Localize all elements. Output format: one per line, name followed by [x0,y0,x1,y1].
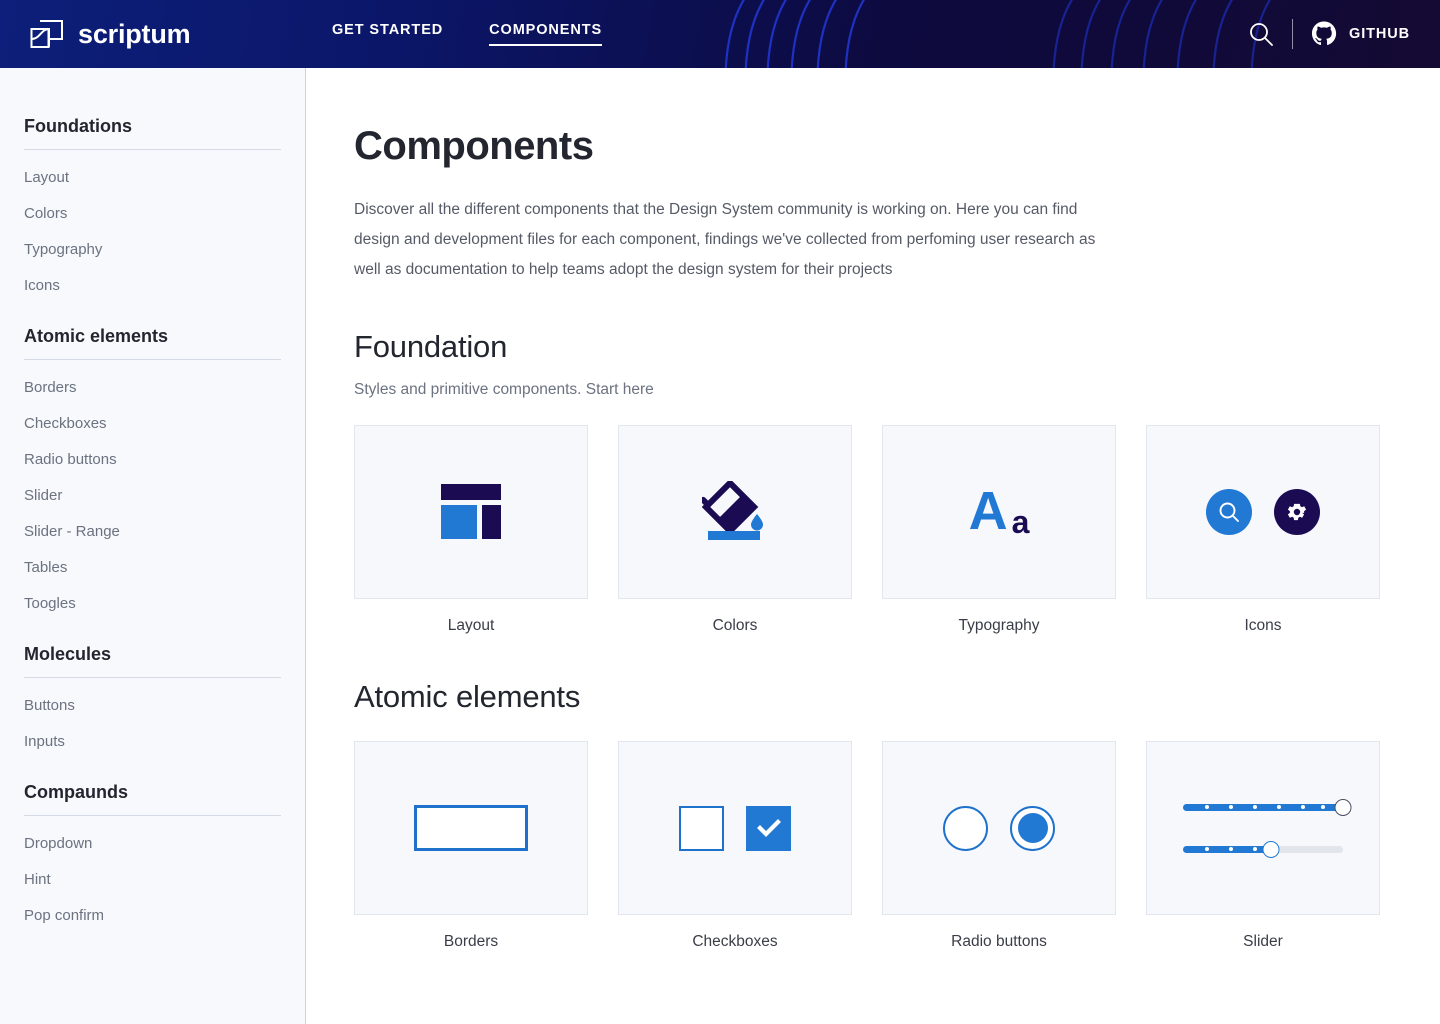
card-thumbnail: Aa [882,425,1116,599]
slider-pair-icon [1183,798,1352,858]
card-label: Checkboxes [692,933,778,950]
sidebar-item-dropdown[interactable]: Dropdown [24,826,281,862]
card-label: Borders [443,933,499,950]
card-checkboxes[interactable]: Checkboxes [618,741,852,951]
radio-unselected-icon [943,805,988,851]
sidebar-group-compaunds: Compaunds Dropdown Hint Pop confirm [24,782,281,934]
app-header: scriptum GET STARTED COMPONENTS GITHUB [0,0,1440,68]
sidebar-group-atomic-elements: Atomic elements Borders Checkboxes Radio… [24,326,281,622]
card-label: Radio buttons [951,933,1047,950]
github-link[interactable]: GITHUB [1311,21,1410,47]
card-icons[interactable]: Icons [1146,425,1380,635]
sidebar-item-radio-buttons[interactable]: Radio buttons [24,442,281,478]
sidebar-item-slider[interactable]: Slider [24,478,281,514]
card-colors[interactable]: Colors [618,425,852,635]
sidebar-group-title: Foundations [24,116,132,136]
card-thumbnail [1146,741,1380,915]
card-label: Slider [1243,933,1283,950]
header-actions: GITHUB [1248,19,1440,49]
paint-bucket-icon [702,481,763,540]
sidebar-group-title: Compaunds [24,782,129,802]
sidebar-item-icons[interactable]: Icons [24,268,281,304]
card-slider[interactable]: Slider [1146,741,1380,951]
sidebar-item-slider-range[interactable]: Slider - Range [24,514,281,550]
search-icon[interactable] [1248,21,1274,47]
radio-pair-icon [943,805,1055,851]
typography-aa-icon: Aa [968,481,1030,542]
card-layout[interactable]: Layout [354,425,588,635]
card-radio-buttons[interactable]: Radio buttons [882,741,1116,951]
card-borders[interactable]: Borders [354,741,588,951]
sidebar-item-hint[interactable]: Hint [24,862,281,898]
brand-logo[interactable]: scriptum [0,19,306,50]
divider [24,815,281,816]
page-description: Discover all the different components th… [354,201,1096,278]
checkbox-unchecked-icon [679,805,724,851]
card-thumbnail [618,741,852,915]
sidebar-item-checkboxes[interactable]: Checkboxes [24,406,281,442]
atomic-card-grid: Borders Checkboxes Radio buttons Slider [354,741,1380,951]
sidebar: Foundations Layout Colors Typography Ico… [0,68,306,1024]
sidebar-group-title: Atomic elements [24,326,169,346]
header-divider [1292,19,1294,49]
page-title: Components [354,124,594,168]
icon-set-icon [1206,489,1320,535]
radio-selected-icon [1010,805,1055,851]
card-thumbnail [618,425,852,599]
card-label: Typography [958,617,1040,634]
main-content: Components Discover all the different co… [306,68,1440,1024]
divider [24,677,281,678]
slider-partial-icon [1183,840,1343,858]
main-nav: GET STARTED COMPONENTS [332,22,603,46]
card-label: Colors [712,617,758,634]
sidebar-item-pop-confirm[interactable]: Pop confirm [24,898,281,934]
card-thumbnail [1146,425,1380,599]
card-thumbnail [354,425,588,599]
card-typography[interactable]: Aa Typography [882,425,1116,635]
border-box-icon [414,805,528,851]
section-atomic-elements: Atomic elements Borders Checkboxes Radio… [354,679,1380,951]
nav-components[interactable]: COMPONENTS [489,22,603,46]
card-thumbnail [354,741,588,915]
cube-logo-icon [30,20,63,48]
sidebar-item-buttons[interactable]: Buttons [24,688,281,724]
page-body: Foundations Layout Colors Typography Ico… [0,68,1440,1024]
sidebar-item-toogles[interactable]: Toogles [24,586,281,622]
gear-circle-icon [1274,489,1320,535]
checkbox-pair-icon [679,805,791,851]
sidebar-item-layout[interactable]: Layout [24,160,281,196]
card-thumbnail [882,741,1116,915]
checkbox-checked-icon [746,805,791,851]
sidebar-item-inputs[interactable]: Inputs [24,724,281,760]
search-circle-icon [1206,489,1252,535]
section-foundation: Foundation Styles and primitive componen… [354,329,1380,635]
section-title: Foundation [354,329,508,364]
card-label: Layout [447,617,495,634]
slider-full-icon [1183,798,1352,816]
section-title: Atomic elements [354,679,581,714]
sidebar-group-molecules: Molecules Buttons Inputs [24,644,281,760]
sidebar-group-title: Molecules [24,644,112,664]
card-label: Icons [1244,617,1282,634]
github-icon [1311,21,1337,45]
github-label: GITHUB [1349,26,1410,42]
divider [24,149,281,150]
layout-thumbnail-icon [441,484,501,539]
sidebar-group-foundations: Foundations Layout Colors Typography Ico… [24,116,281,304]
foundation-card-grid: Layout Colors A a Typography Icons [354,425,1380,635]
sidebar-item-borders[interactable]: Borders [24,370,281,406]
sidebar-item-tables[interactable]: Tables [24,550,281,586]
divider [24,359,281,360]
section-subtitle: Styles and primitive components. Start h… [354,381,654,398]
brand-name: scriptum [78,18,191,49]
nav-get-started[interactable]: GET STARTED [332,22,443,46]
sidebar-item-colors[interactable]: Colors [24,196,281,232]
sidebar-item-typography[interactable]: Typography [24,232,281,268]
